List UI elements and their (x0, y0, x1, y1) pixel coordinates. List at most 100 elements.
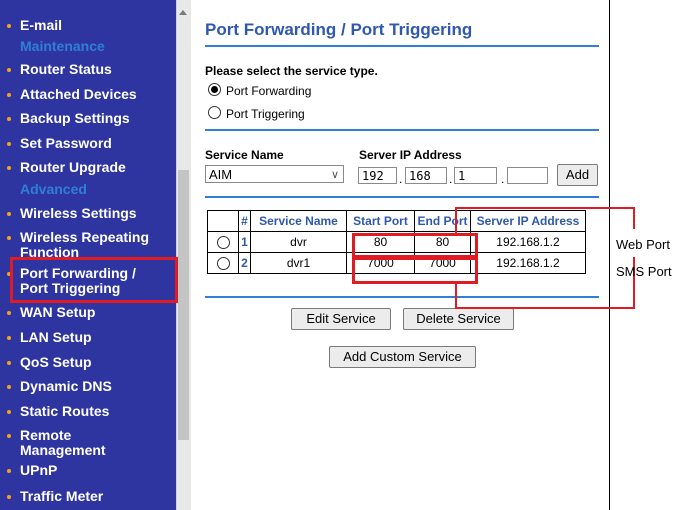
sidebar-item-label: UPnP (20, 462, 58, 478)
bullet-icon (7, 68, 11, 72)
connector-line (455, 207, 635, 209)
ip-octet-3[interactable]: 1 (454, 167, 497, 184)
bullet-icon (7, 236, 11, 240)
row-select-cell (207, 252, 239, 274)
sidebar-item-label: Backup Settings (20, 110, 130, 126)
connector-line (455, 207, 457, 233)
radio-port-forwarding-label: Port Forwarding (226, 84, 312, 98)
row-server-ip: 192.168.1.2 (470, 231, 586, 253)
ip-dot: . (399, 172, 403, 186)
row-radio[interactable] (216, 257, 230, 270)
page-title: Port Forwarding / Port Triggering (205, 20, 473, 39)
sidebar-item-label: WAN Setup (20, 304, 96, 320)
connector-line (455, 282, 457, 309)
sidebar-item-label: Router Status (20, 61, 112, 77)
row-service-name: dvr (250, 231, 347, 253)
bullet-icon (7, 495, 11, 499)
header-server-ip: Server IP Address (470, 210, 586, 232)
web-port-highlight-box (352, 233, 478, 258)
service-name-label: Service Name (205, 148, 284, 162)
bullet-icon (7, 361, 11, 365)
title-divider (205, 45, 599, 47)
sidebar-item-label: Attached Devices (20, 86, 137, 102)
sidebar-highlight-box (10, 257, 178, 303)
sidebar-section-maintenance: Maintenance (20, 38, 105, 54)
row-num: 2 (238, 252, 251, 274)
sidebar-item-label: Traffic Meter (20, 488, 104, 504)
row-service-name: dvr1 (250, 252, 347, 274)
delete-service-button[interactable]: Delete Service (403, 308, 514, 330)
sidebar-item-label: Wireless Settings (20, 205, 137, 221)
connector-line (633, 207, 635, 229)
bullet-icon (7, 469, 11, 473)
add-custom-service-button[interactable]: Add Custom Service (329, 346, 476, 368)
sidebar-item-wan-setup[interactable]: WAN Setup (7, 304, 96, 320)
sidebar-section-advanced: Advanced (20, 181, 87, 197)
sidebar-item-traffic-meter[interactable]: Traffic Meter (7, 488, 104, 504)
bullet-icon (7, 117, 11, 121)
sidebar-item-lan-setup[interactable]: LAN Setup (7, 329, 92, 345)
service-select-value: AIM (209, 167, 233, 182)
service-name-select[interactable]: AIM ∨ (205, 165, 344, 183)
sidebar-item-remote-management[interactable]: Remote Management (7, 427, 106, 458)
sidebar-item-label: Wireless Repeating (20, 229, 150, 245)
sidebar-item-wireless-repeating[interactable]: Wireless Repeating Function (7, 229, 150, 260)
section-divider (205, 196, 599, 198)
table-header-row: # Service Name Start Port End Port Serve… (207, 210, 586, 232)
row-server-ip: 192.168.1.2 (470, 252, 586, 274)
sidebar-item-label: LAN Setup (20, 329, 92, 345)
row-select-cell (207, 231, 239, 253)
connector-line (455, 307, 635, 309)
sidebar-item-label: Set Password (20, 135, 112, 151)
scrollbar-thumb[interactable] (178, 170, 189, 440)
ip-octet-4[interactable] (507, 167, 548, 184)
scroll-up-arrow-icon[interactable] (179, 10, 187, 15)
bullet-icon (7, 311, 11, 315)
sidebar-nav: E-mail Maintenance Router Status Attache… (0, 0, 176, 510)
sidebar-item-router-status[interactable]: Router Status (7, 61, 112, 77)
row-radio[interactable] (216, 236, 230, 249)
sidebar-item-wireless-settings[interactable]: Wireless Settings (7, 205, 137, 221)
bullet-icon (7, 434, 11, 438)
sidebar-item-label: E-mail (20, 17, 63, 33)
header-start-port: Start Port (346, 210, 415, 232)
ip-octet-1[interactable]: 192 (358, 167, 397, 184)
sidebar-item-label: Dynamic DNS (20, 378, 112, 394)
sms-port-annotation: SMS Port (616, 264, 672, 279)
sidebar-item-dynamic-dns[interactable]: Dynamic DNS (7, 378, 112, 394)
bullet-icon (7, 24, 11, 28)
sidebar-item-attached-devices[interactable]: Attached Devices (7, 86, 137, 102)
sidebar-item-label: Router Upgrade (20, 159, 126, 175)
bullet-icon (7, 166, 11, 170)
bullet-icon (7, 93, 11, 97)
sidebar-item-label: QoS Setup (20, 354, 92, 370)
header-end-port: End Port (414, 210, 471, 232)
chevron-down-icon: ∨ (330, 169, 339, 181)
ip-dot: . (501, 172, 505, 186)
sidebar-item-qos-setup[interactable]: QoS Setup (7, 354, 92, 370)
bullet-icon (7, 385, 11, 389)
sidebar-item-upnp[interactable]: UPnP (7, 462, 58, 478)
radio-port-forwarding[interactable] (208, 83, 221, 96)
header-num: # (238, 210, 251, 232)
sidebar-item-set-password[interactable]: Set Password (7, 135, 112, 151)
sidebar-item-backup-settings[interactable]: Backup Settings (7, 110, 130, 126)
web-port-annotation: Web Port (616, 237, 670, 252)
row-num: 1 (238, 231, 251, 253)
bullet-icon (7, 336, 11, 340)
edit-service-button[interactable]: Edit Service (291, 308, 391, 330)
section-divider (205, 129, 599, 131)
bullet-icon (7, 410, 11, 414)
sidebar-item-label: Remote (20, 427, 72, 443)
sidebar-item-email[interactable]: E-mail (7, 17, 63, 33)
ip-octet-2[interactable]: 168 (405, 167, 447, 184)
sidebar-item-static-routes[interactable]: Static Routes (7, 404, 109, 419)
header-service-name: Service Name (250, 210, 347, 232)
service-type-prompt: Please select the service type. (205, 64, 378, 78)
section-divider (205, 296, 599, 298)
server-ip-label: Server IP Address (359, 148, 462, 162)
sms-port-highlight-box (352, 257, 478, 284)
radio-port-triggering[interactable] (208, 106, 221, 119)
sidebar-item-router-upgrade[interactable]: Router Upgrade (7, 159, 126, 175)
add-button[interactable]: Add (557, 164, 598, 186)
